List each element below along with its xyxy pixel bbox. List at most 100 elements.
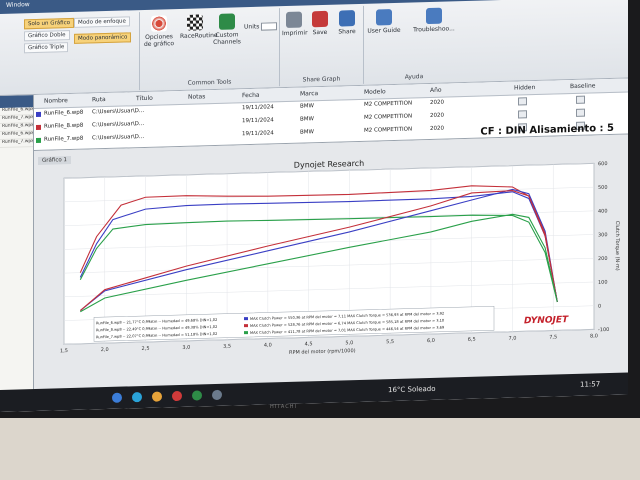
user-guide-button[interactable]: User Guide bbox=[366, 9, 402, 35]
cell-name[interactable]: RunFile_6.wp8 bbox=[44, 110, 83, 117]
x-tick-label: 7,5 bbox=[549, 334, 557, 340]
cell-modelo: M2 COMPETITION bbox=[364, 126, 413, 134]
save-icon bbox=[312, 10, 328, 28]
opciones-grafico-button[interactable]: Opciones de gráfico bbox=[142, 15, 176, 48]
y-tick-label: 200 bbox=[598, 256, 608, 262]
y-tick-label: 100 bbox=[598, 280, 608, 286]
y-tick-label: 0 bbox=[598, 303, 601, 309]
ayuda-label: Ayuda bbox=[404, 73, 424, 81]
col-hidden[interactable]: Hidden bbox=[514, 84, 535, 92]
cell-anio: 2020 bbox=[430, 99, 444, 106]
col-baseline[interactable]: Baseline bbox=[570, 82, 595, 90]
x-tick-label: 2,0 bbox=[101, 347, 109, 353]
common-tools-label: Common Tools bbox=[187, 78, 232, 87]
share-icon bbox=[339, 10, 355, 27]
clock[interactable]: 11:57 bbox=[580, 380, 600, 389]
cell-fecha: 19/11/2024 bbox=[242, 104, 274, 112]
x-tick-label: 4,0 bbox=[264, 342, 272, 348]
imprimir-button[interactable]: Imprimir bbox=[282, 11, 308, 38]
cell-marca: BMW bbox=[300, 116, 314, 123]
baseline-checkbox[interactable] bbox=[576, 108, 585, 117]
cell-anio: 2020 bbox=[430, 125, 444, 132]
cell-name[interactable]: RunFile_7.wp8 bbox=[44, 136, 83, 143]
run-color-swatch bbox=[36, 111, 41, 117]
cell-modelo: M2 COMPETITION bbox=[364, 100, 413, 108]
custom-channels-label: Custom Channels bbox=[213, 31, 241, 47]
dyno-chart: Dynojet Research 1,5 2,0 2,5 3,0 3,5 4,0 4,5 5,0… bbox=[60, 159, 620, 356]
x-axis-label: RPM del motor (rpm/1000) bbox=[289, 348, 356, 356]
group-common-tools: Opciones de gráfico RaceRoutine Custom C… bbox=[140, 8, 280, 91]
x-tick-label: 5,5 bbox=[386, 339, 394, 345]
run-color-swatch bbox=[36, 124, 41, 130]
list-item[interactable]: RunFile_7.wp8 bbox=[0, 139, 33, 148]
col-ruta[interactable]: Ruta bbox=[92, 96, 106, 103]
modo-enfoque-button[interactable]: Modo de enfoque bbox=[74, 16, 130, 28]
cell-name[interactable]: RunFile_8.wp8 bbox=[44, 123, 83, 130]
x-tick-label: 6,0 bbox=[427, 338, 435, 344]
hidden-checkbox[interactable] bbox=[518, 110, 527, 119]
group-ayuda: User Guide Troubleshoo... Ayuda bbox=[364, 3, 464, 84]
group-views: Solo un Gráfico Gráfico Doble Gráfico Tr… bbox=[0, 12, 140, 94]
app-icon[interactable] bbox=[172, 390, 182, 402]
cell-anio: 2020 bbox=[430, 112, 444, 119]
baseline-checkbox[interactable] bbox=[576, 95, 585, 104]
x-tick-label: 3,5 bbox=[223, 344, 231, 350]
col-nombre[interactable]: Nombre bbox=[44, 97, 68, 105]
col-titulo[interactable]: Título bbox=[136, 95, 153, 102]
browser-icon[interactable] bbox=[112, 392, 122, 403]
save-label: Save bbox=[312, 28, 328, 37]
printer-icon bbox=[286, 11, 302, 29]
edge-icon[interactable] bbox=[132, 392, 142, 403]
col-modelo[interactable]: Modelo bbox=[364, 88, 386, 96]
grafico-triple-button[interactable]: Gráfico Triple bbox=[24, 42, 69, 54]
col-fecha[interactable]: Fecha bbox=[242, 92, 260, 99]
cell-marca: BMW bbox=[300, 129, 314, 136]
x-tick-label: 3,0 bbox=[182, 345, 190, 351]
app-icon[interactable] bbox=[192, 390, 202, 401]
units-selector[interactable]: Units bbox=[244, 22, 278, 31]
panel-header bbox=[0, 95, 33, 108]
hidden-checkbox[interactable] bbox=[518, 97, 527, 106]
y-axis-label: Clutch Torque (N·m) bbox=[614, 221, 620, 271]
cell-path: C:\Users\Usuar\D... bbox=[92, 120, 145, 129]
background-floor bbox=[0, 418, 640, 480]
col-notas[interactable]: Notas bbox=[188, 93, 205, 100]
monitor-brand-logo: HITACHI bbox=[270, 404, 297, 410]
tab-window[interactable]: Window bbox=[6, 1, 30, 9]
add-channel-icon bbox=[219, 13, 235, 30]
y-tick-label: 500 bbox=[598, 185, 608, 191]
modo-panoramico-button[interactable]: Modo panorámico bbox=[74, 32, 132, 44]
weather-widget[interactable]: 16°C Soleado bbox=[388, 385, 436, 394]
x-tick-label: 7,0 bbox=[508, 336, 516, 342]
folder-icon[interactable] bbox=[152, 391, 162, 402]
cell-path: C:\Users\Usuar\D... bbox=[92, 107, 145, 116]
save-button[interactable]: Save bbox=[308, 10, 332, 37]
monitor-bezel: Window Solo un Gráfico Gráfico Doble Grá… bbox=[0, 0, 640, 480]
grafico-doble-button[interactable]: Gráfico Doble bbox=[24, 30, 70, 42]
legend-swatch bbox=[244, 317, 248, 321]
share-button[interactable]: Share bbox=[334, 10, 360, 36]
cell-modelo: M2 COMPETITION bbox=[364, 113, 413, 121]
race-routine-button[interactable]: RaceRoutine bbox=[180, 14, 218, 40]
y-tick-label: 400 bbox=[598, 208, 608, 214]
col-anio[interactable]: Año bbox=[430, 87, 442, 94]
app-icon[interactable] bbox=[212, 389, 222, 401]
imprimir-label: Imprimir bbox=[282, 29, 308, 38]
share-graph-label: Share Graph bbox=[302, 75, 341, 84]
screen: Window Solo un Gráfico Gráfico Doble Grá… bbox=[0, 0, 628, 412]
cell-fecha: 19/11/2024 bbox=[242, 117, 274, 125]
units-dropdown[interactable] bbox=[261, 22, 278, 31]
custom-channels-button[interactable]: Custom Channels bbox=[212, 13, 242, 46]
solo-grafico-button[interactable]: Solo un Gráfico bbox=[24, 17, 74, 30]
target-icon bbox=[151, 15, 167, 32]
col-marca[interactable]: Marca bbox=[300, 90, 318, 98]
cell-marca: BMW bbox=[300, 103, 314, 110]
x-tick-label: 5,0 bbox=[345, 340, 353, 346]
chart-title: Dynojet Research bbox=[294, 159, 364, 170]
dynojet-logo: DYNOJET bbox=[524, 315, 569, 326]
share-label: Share bbox=[338, 28, 356, 36]
group-share-graph: Imprimir Save Share Share Graph bbox=[280, 5, 364, 87]
troubleshooting-button[interactable]: Troubleshoo... bbox=[406, 7, 462, 34]
legend-swatch bbox=[244, 331, 248, 335]
run-file-panel: RunFile_6.wp8 RunFile_7.wp8 RunFile_8.wp… bbox=[0, 95, 34, 412]
